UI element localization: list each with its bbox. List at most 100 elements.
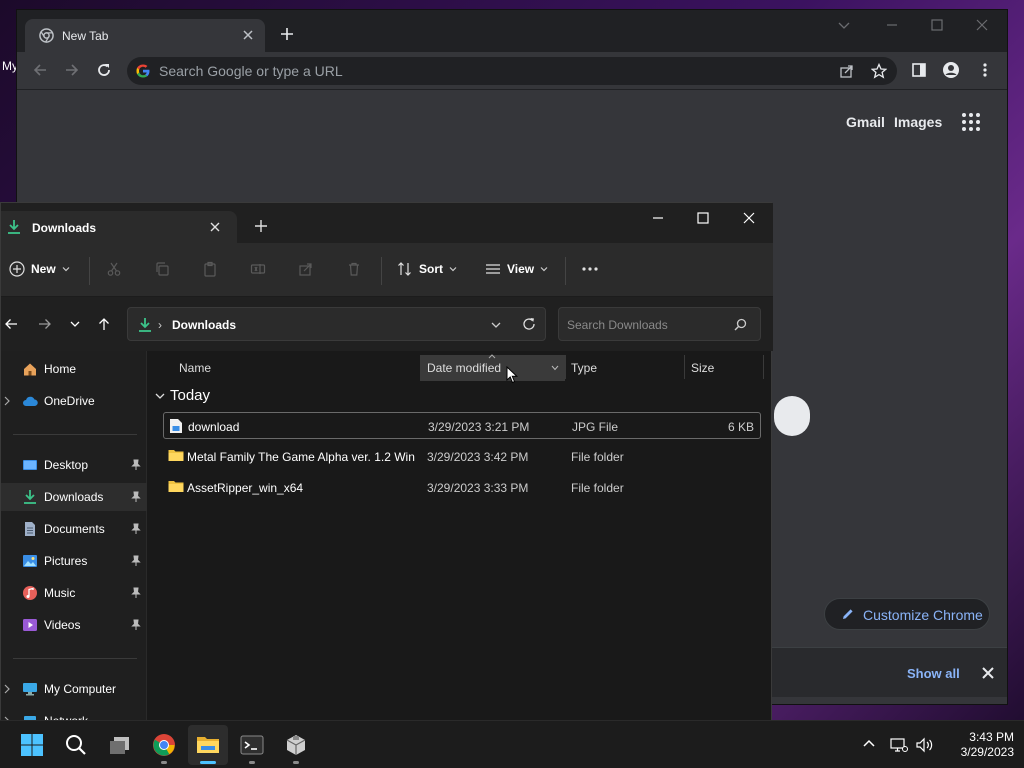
column-header-date-modified[interactable]: Date modified xyxy=(420,354,565,381)
close-window-icon[interactable] xyxy=(742,211,756,225)
network-icon[interactable] xyxy=(890,737,908,753)
rename-icon[interactable] xyxy=(250,261,266,277)
chevron-right-icon[interactable] xyxy=(3,684,11,694)
delete-icon[interactable] xyxy=(346,261,362,277)
chevron-down-icon[interactable] xyxy=(837,18,851,32)
forward-arrow-icon[interactable] xyxy=(38,317,52,331)
pencil-icon xyxy=(841,607,855,621)
show-all-button[interactable]: Show all xyxy=(907,666,960,681)
chevron-down-icon xyxy=(449,267,457,272)
omnibox-input[interactable] xyxy=(159,60,809,82)
pin-icon[interactable] xyxy=(131,555,141,567)
images-link[interactable]: Images xyxy=(894,114,942,130)
chrome-tabstrip: New Tab xyxy=(17,10,1007,52)
task-view-button[interactable] xyxy=(100,725,140,765)
taskbar-terminal[interactable] xyxy=(232,725,272,765)
omnibox[interactable] xyxy=(127,57,897,85)
breadcrumb-downloads[interactable]: Downloads xyxy=(172,318,236,332)
new-tab-plus-icon[interactable] xyxy=(279,26,295,42)
refresh-icon[interactable] xyxy=(522,317,536,331)
taskbar-search-button[interactable] xyxy=(56,725,96,765)
bookmark-star-icon[interactable] xyxy=(871,63,887,79)
minimize-icon[interactable] xyxy=(885,18,899,32)
explorer-tab-title: Downloads xyxy=(32,221,97,235)
search-box[interactable] xyxy=(558,307,761,341)
share-icon[interactable] xyxy=(298,261,314,277)
more-options-icon[interactable] xyxy=(581,261,599,277)
maximize-icon[interactable] xyxy=(696,211,710,225)
back-arrow-icon[interactable] xyxy=(32,62,48,78)
profile-avatar-icon[interactable] xyxy=(943,62,959,78)
up-arrow-icon[interactable] xyxy=(97,317,111,331)
nav-item-downloads[interactable]: Downloads xyxy=(1,483,147,511)
copy-icon[interactable] xyxy=(154,261,170,277)
view-button-label: View xyxy=(507,262,535,276)
share-icon[interactable] xyxy=(839,63,855,79)
close-icon[interactable] xyxy=(981,666,995,680)
nav-item-videos[interactable]: Videos xyxy=(1,611,147,639)
nav-item-pictures[interactable]: Pictures xyxy=(1,547,147,575)
kebab-menu-icon[interactable] xyxy=(977,62,993,78)
taskbar-chrome[interactable] xyxy=(144,725,184,765)
group-header-label: Today xyxy=(170,387,211,404)
forward-arrow-icon[interactable] xyxy=(64,62,80,78)
new-button[interactable]: New xyxy=(9,261,70,277)
nav-item-music[interactable]: Music xyxy=(1,579,147,607)
file-row[interactable]: Metal Family The Game Alpha ver. 1.2 Win… xyxy=(163,443,761,470)
close-icon[interactable] xyxy=(242,29,254,41)
image-file-icon xyxy=(169,418,183,434)
system-clock[interactable]: 3:43 PM 3/29/2023 xyxy=(940,730,1014,760)
chevron-down-icon[interactable] xyxy=(490,319,502,331)
pin-icon[interactable] xyxy=(131,523,141,535)
minimize-icon[interactable] xyxy=(651,211,665,225)
apps-grid-icon[interactable] xyxy=(961,112,981,132)
view-button[interactable]: View xyxy=(485,261,548,277)
column-divider[interactable] xyxy=(763,355,764,379)
group-header-today[interactable]: Today xyxy=(154,387,210,404)
back-arrow-icon[interactable] xyxy=(4,317,18,331)
chevron-down-icon[interactable] xyxy=(551,365,559,371)
pin-icon[interactable] xyxy=(131,619,141,631)
taskbar-package-app[interactable] xyxy=(276,725,316,765)
nav-item-my-computer[interactable]: My Computer xyxy=(1,675,147,703)
nav-item-home[interactable]: Home xyxy=(1,355,147,383)
pin-icon[interactable] xyxy=(131,459,141,471)
breadcrumb-separator[interactable]: › xyxy=(158,318,162,332)
close-icon[interactable] xyxy=(209,221,221,233)
gmail-link[interactable]: Gmail xyxy=(846,114,885,130)
chrome-tab-new-tab[interactable]: New Tab xyxy=(25,19,265,52)
chevron-up-icon[interactable] xyxy=(862,737,876,751)
search-icon[interactable] xyxy=(734,318,747,331)
file-row[interactable]: download 3/29/2023 3:21 PM JPG File 6 KB xyxy=(163,412,761,439)
chevron-right-icon[interactable] xyxy=(3,396,11,406)
close-window-icon[interactable] xyxy=(975,18,989,32)
chevron-down-icon xyxy=(155,393,165,399)
shortcut-tile[interactable] xyxy=(774,396,810,436)
column-header-name[interactable]: Name xyxy=(173,355,418,381)
view-icon xyxy=(486,264,500,274)
address-bar[interactable]: › Downloads xyxy=(127,307,546,341)
side-panel-icon[interactable] xyxy=(911,62,927,78)
pin-icon[interactable] xyxy=(131,587,141,599)
search-input[interactable] xyxy=(567,316,727,334)
cut-icon[interactable] xyxy=(106,261,122,277)
start-button[interactable] xyxy=(12,725,52,765)
column-header-size[interactable]: Size xyxy=(685,355,763,381)
maximize-icon[interactable] xyxy=(930,18,944,32)
file-row[interactable]: AssetRipper_win_x64 3/29/2023 3:33 PM Fi… xyxy=(163,474,761,501)
customize-chrome-button[interactable]: Customize Chrome xyxy=(824,598,990,630)
explorer-tab-downloads[interactable]: Downloads xyxy=(1,211,237,243)
volume-icon[interactable] xyxy=(916,737,934,753)
pin-icon[interactable] xyxy=(131,491,141,503)
nav-item-documents[interactable]: Documents xyxy=(1,515,147,543)
sort-ascending-icon xyxy=(488,354,496,359)
reload-icon[interactable] xyxy=(96,62,112,78)
nav-item-onedrive[interactable]: OneDrive xyxy=(1,387,147,415)
new-tab-plus-icon[interactable] xyxy=(254,219,268,233)
recent-locations-chevron-icon[interactable] xyxy=(69,317,81,331)
paste-icon[interactable] xyxy=(202,261,218,277)
column-header-type[interactable]: Type xyxy=(566,355,684,381)
nav-item-desktop[interactable]: Desktop xyxy=(1,451,147,479)
sort-button[interactable]: Sort xyxy=(397,261,457,277)
taskbar-file-explorer[interactable] xyxy=(188,725,228,765)
